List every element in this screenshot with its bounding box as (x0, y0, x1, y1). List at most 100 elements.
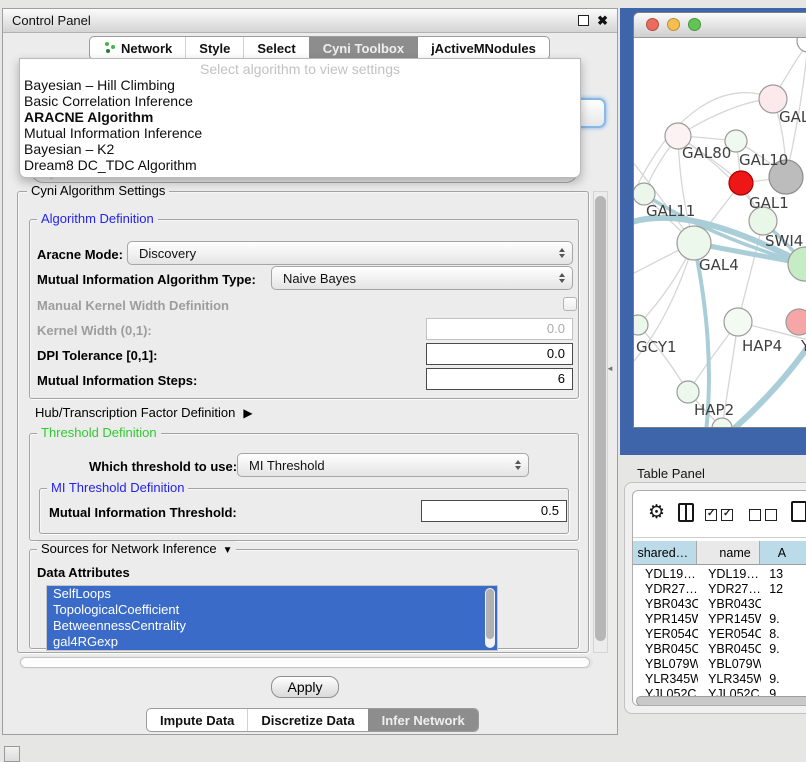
table-row[interactable]: YDL19…YDL19…13 (633, 567, 806, 582)
unchecked-box-icon[interactable] (765, 509, 777, 521)
algorithm-option-bayesian-hill-climbing[interactable]: Bayesian – Hill Climbing (20, 77, 580, 93)
network-node[interactable] (788, 247, 806, 281)
column-header-shared[interactable]: shared… (633, 541, 697, 564)
minimize-traffic-light[interactable] (667, 18, 680, 31)
split-columns-icon[interactable] (678, 503, 694, 522)
aracne-mode-combobox[interactable]: Discovery (127, 241, 573, 265)
which-threshold-label: Which threshold to use: (89, 459, 237, 474)
tab-select[interactable]: Select (243, 37, 308, 59)
algorithm-option-aracne-algorithm[interactable]: ARACNE Algorithm (20, 109, 580, 125)
control-panel-titlebar[interactable]: Control Panel ✖ (3, 9, 617, 33)
network-node-hap2[interactable] (677, 381, 699, 403)
which-threshold-combobox[interactable]: MI Threshold (237, 453, 529, 477)
tab-style[interactable]: Style (185, 37, 243, 59)
document-icon[interactable] (791, 501, 806, 522)
checked-box-icon[interactable] (705, 509, 717, 521)
mi-threshold-field[interactable]: 0.5 (421, 500, 567, 522)
table-row[interactable]: YDR27…YDR27…12 (633, 582, 806, 597)
tab-impute-data[interactable]: Impute Data (147, 709, 247, 731)
table-row[interactable]: YLR345WYLR345W9. (633, 672, 806, 687)
table-toolbar: ⚙ (633, 491, 806, 538)
algorithm-option-basic-correlation-inference[interactable]: Basic Correlation Inference (20, 93, 580, 109)
hub-definition-toggle[interactable]: Hub/Transcription Factor Definition▶ (35, 405, 253, 420)
algorithm-definition-title: Algorithm Definition (37, 211, 158, 226)
manual-kernel-checkbox[interactable] (563, 297, 577, 311)
table-cell: YDR27… (698, 582, 761, 597)
table-row[interactable]: YBL079WYBL079W (633, 657, 806, 672)
settings-vertical-scrollbar[interactable] (593, 191, 608, 653)
checked-box-icon[interactable] (721, 509, 733, 521)
close-traffic-light[interactable] (646, 18, 659, 31)
data-attributes-list[interactable]: SelfLoopsTopologicalCoefficientBetweenne… (46, 585, 498, 651)
algorithm-option-bayesian-k2[interactable]: Bayesian – K2 (20, 141, 580, 157)
stepper-icon (515, 460, 521, 470)
attribute-item-gal4rgexp[interactable]: gal4RGexp (47, 634, 497, 650)
attribute-item-betweennesscentrality[interactable]: BetweennessCentrality (47, 618, 497, 634)
mi-threshold-definition-title: MI Threshold Definition (47, 480, 188, 495)
settings-horizontal-scrollbar[interactable] (19, 656, 593, 669)
network-node-y[interactable] (786, 309, 806, 335)
node-label-gal10: GAL10 (739, 151, 788, 169)
network-window-titlebar[interactable] (634, 13, 806, 38)
unchecked-box-icon[interactable] (749, 509, 761, 521)
restore-icon[interactable] (578, 15, 589, 26)
node-label-gal11: GAL11 (646, 202, 695, 220)
mi-threshold-label: Mutual Information Threshold: (49, 505, 237, 520)
apply-button[interactable]: Apply (271, 676, 339, 698)
kernel-width-field[interactable]: 0.0 (426, 318, 573, 340)
close-icon[interactable]: ✖ (597, 14, 608, 27)
settings-horizontal-scrollbar-thumb[interactable] (20, 657, 590, 668)
network-node-gal1[interactable] (729, 171, 753, 195)
network-node-hap4[interactable] (724, 308, 752, 336)
attributes-scrollbar-thumb[interactable] (486, 589, 494, 639)
control-panel-title: Control Panel (12, 13, 91, 28)
network-node-gcy1[interactable] (634, 315, 648, 335)
table-horizontal-scrollbar[interactable] (633, 696, 806, 706)
algorithm-option-mutual-information-inference[interactable]: Mutual Information Inference (20, 125, 580, 141)
node-label-gal: GAL (779, 108, 806, 126)
mi-algorithm-type-combobox[interactable]: Naive Bayes (271, 266, 573, 290)
column-header-name[interactable]: name (697, 541, 760, 564)
network-canvas[interactable]: GALGAL80GAL10GAL1GAL11SWI4GAL4GCY1HAP4YH… (634, 38, 806, 428)
tab-network[interactable]: Network (90, 37, 185, 59)
tab-infer-network[interactable]: Infer Network (368, 709, 478, 731)
network-node-gal4[interactable] (677, 226, 711, 260)
threshold-definition-title: Threshold Definition (37, 425, 161, 440)
table-cell: YBR045C (698, 642, 761, 657)
table-row[interactable]: YBR043CYBR043C (633, 597, 806, 612)
aracne-mode-value: Discovery (139, 246, 196, 261)
table-row[interactable]: YPR145WYPR145W9. (633, 612, 806, 627)
zoom-traffic-light[interactable] (688, 18, 701, 31)
network-node[interactable] (797, 38, 806, 52)
top-tab-bar: NetworkStyleSelectCyni Toolbox jActiveMNo… (89, 36, 550, 60)
network-node[interactable] (712, 418, 732, 428)
table-rows: YDL19…YDL19…13YDR27…YDR27…12YBR043CYBR04… (633, 567, 806, 702)
expand-arrow-icon[interactable]: ▶ (243, 406, 252, 420)
settings-vertical-scrollbar-thumb[interactable] (595, 196, 606, 641)
algorithm-option-dream8-dc-tdc-algorithm[interactable]: Dream8 DC_TDC Algorithm (20, 157, 580, 173)
sources-title: Sources for Network Inference▼ (37, 541, 236, 556)
table-row[interactable]: YER054CYER054C8. (633, 627, 806, 642)
mi-algorithm-type-label: Mutual Information Algorithm Type: (37, 272, 256, 287)
table-horizontal-scrollbar-thumb[interactable] (636, 696, 806, 706)
mi-algorithm-type-value: Naive Bayes (283, 271, 356, 286)
split-pane-handle[interactable]: ◄ (606, 364, 614, 373)
tab-cyni-toolbox[interactable]: Cyni Toolbox (309, 37, 417, 59)
dpi-tolerance-field[interactable]: 0.0 (426, 343, 573, 365)
tab-label: jActiveMNodules (431, 41, 536, 56)
dock-panel-button[interactable] (4, 746, 20, 762)
attribute-item-topologicalcoefficient[interactable]: TopologicalCoefficient (47, 602, 497, 618)
tab-discretize-data[interactable]: Discretize Data (247, 709, 367, 731)
attributes-scrollbar[interactable] (485, 588, 495, 648)
column-header-label: A (778, 546, 786, 560)
mi-steps-field[interactable]: 6 (426, 368, 573, 390)
tab-jactivemnodules[interactable]: jActiveMNodules (417, 37, 549, 59)
column-header-a[interactable]: A (760, 541, 806, 564)
network-edge[interactable] (638, 325, 688, 392)
tab-label: Impute Data (160, 713, 234, 728)
network-edge[interactable] (678, 99, 773, 136)
attribute-item-selfloops[interactable]: SelfLoops (47, 586, 497, 602)
table-row[interactable]: YBR045CYBR045C9. (633, 642, 806, 657)
settings-gear-icon[interactable]: ⚙ (648, 501, 665, 523)
collapse-arrow-icon[interactable]: ▼ (223, 543, 233, 558)
